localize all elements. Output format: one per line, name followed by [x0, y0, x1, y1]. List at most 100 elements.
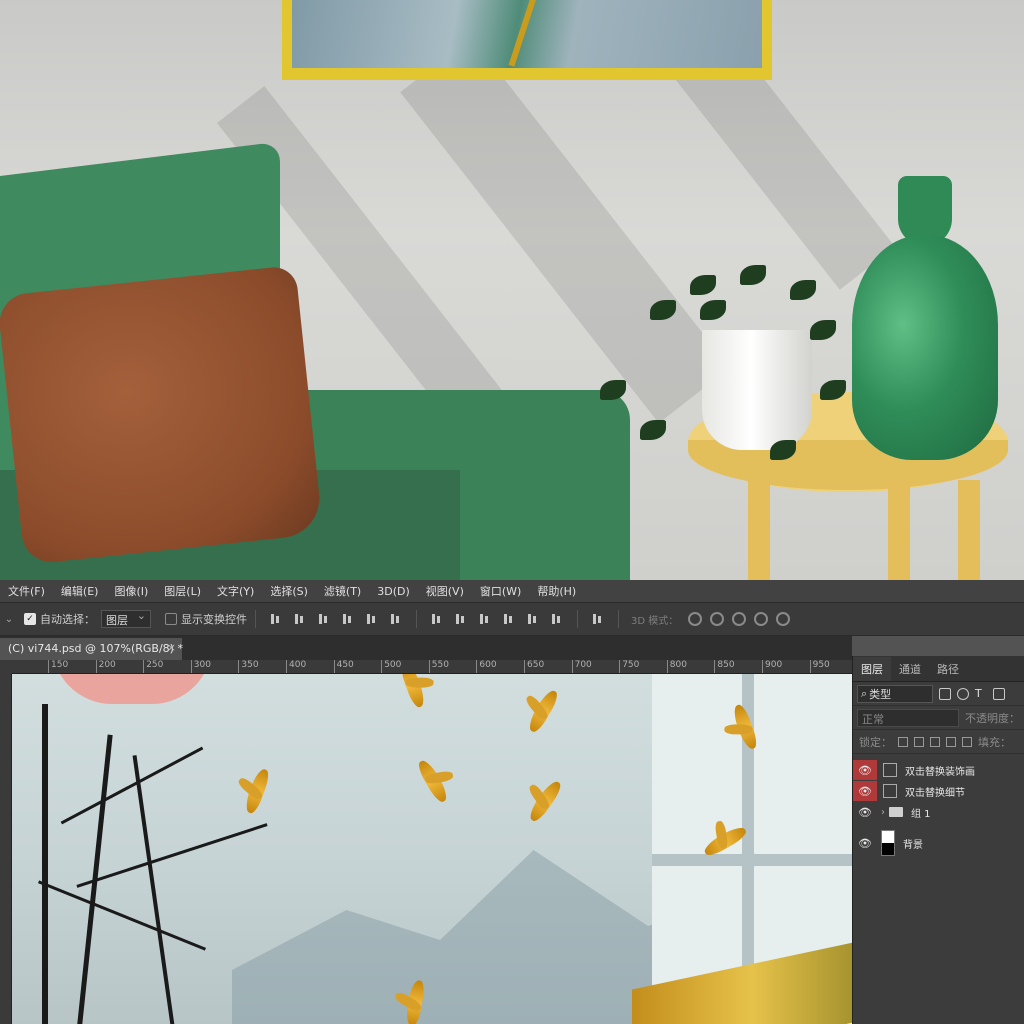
distribute-bottom-icon[interactable] — [478, 612, 492, 626]
tab-channels[interactable]: 通道 — [891, 657, 929, 681]
tab-paths[interactable]: 路径 — [929, 657, 967, 681]
layers-panel: 图层 通道 路径 ⌕ 类型 T 正常 不透明度： 锁定： 填充： 👁 双击替换装… — [852, 656, 1024, 1024]
tool-preset-chevron-icon[interactable]: ⌄ — [0, 614, 18, 625]
lock-position-icon[interactable] — [930, 736, 940, 747]
ruler-tick-mark — [428, 660, 430, 673]
ruler-tick-mark — [143, 660, 145, 673]
ruler-tick-label: 500 — [384, 660, 402, 670]
menu-image[interactable]: 图像(I) — [106, 583, 156, 599]
align-left-icon[interactable] — [341, 612, 355, 626]
layer-row[interactable]: 👁 双击替换装饰画 — [853, 760, 1024, 780]
menu-3d[interactable]: 3D(D) — [369, 585, 418, 598]
orbit-3d-icon[interactable] — [688, 612, 703, 626]
layer-group-row[interactable]: 👁 › 组 1 — [853, 802, 1024, 822]
close-icon[interactable]: × — [167, 641, 176, 654]
visibility-eye-icon[interactable]: 👁 — [853, 802, 877, 822]
menu-edit[interactable]: 编辑(E) — [53, 583, 107, 599]
canvas-tree-branch — [76, 823, 268, 888]
ruler-corner — [0, 660, 12, 674]
distribute-left-icon[interactable] — [502, 612, 516, 626]
table-leg — [888, 480, 910, 580]
lock-pixels-icon[interactable] — [914, 736, 924, 747]
ruler-tick-label: 650 — [527, 660, 545, 670]
layer-row[interactable]: 👁 双击替换细节 — [853, 781, 1024, 801]
auto-select-label: 自动选择： — [40, 613, 95, 626]
photoshop-window: 文件(F) 编辑(E) 图像(I) 图层(L) 文字(Y) 选择(S) 滤镜(T… — [0, 580, 1024, 1024]
visibility-eye-icon[interactable]: 👁 — [853, 828, 877, 858]
layer-row[interactable]: 👁 背景 — [853, 828, 1024, 858]
opacity-label: 不透明度： — [965, 711, 1020, 725]
ruler-tick-mark — [476, 660, 478, 673]
auto-align-icon[interactable] — [591, 612, 605, 626]
ruler-tick-label: 850 — [717, 660, 735, 670]
canvas-gold-bird — [242, 766, 272, 816]
ruler-tick-label: 250 — [146, 660, 164, 670]
align-right-icon[interactable] — [389, 612, 403, 626]
vertical-ruler[interactable] — [0, 674, 12, 1024]
mode-3d-label: 3D 模式： — [631, 615, 679, 627]
menu-file[interactable]: 文件(F) — [0, 583, 53, 599]
canvas-gold-bird — [526, 778, 564, 824]
ruler-tick-mark — [238, 660, 240, 673]
plant-leaf — [790, 280, 816, 300]
layer-name: 双击替换装饰画 — [905, 766, 975, 778]
distribute-top-icon[interactable] — [430, 612, 444, 626]
smart-object-icon — [883, 784, 897, 798]
distribute-hcenter-icon[interactable] — [526, 612, 540, 626]
visibility-eye-icon[interactable]: 👁 — [853, 760, 877, 780]
distribute-right-icon[interactable] — [550, 612, 564, 626]
roll-3d-icon[interactable] — [710, 612, 725, 626]
slide-3d-icon[interactable] — [754, 612, 769, 626]
ruler-tick-label: 800 — [669, 660, 687, 670]
canvas-tree-branch — [37, 880, 207, 951]
filter-type-icon[interactable]: T — [975, 687, 987, 700]
filter-pixel-icon[interactable] — [939, 687, 951, 700]
canvas-tree-trunk — [132, 755, 176, 1024]
picture-frame — [282, 0, 772, 80]
fill-label: 填充： — [978, 735, 1011, 749]
filter-shape-icon[interactable] — [993, 687, 1005, 700]
document-canvas[interactable] — [12, 674, 852, 1024]
auto-select-target-dropdown[interactable]: 图层 — [101, 609, 151, 628]
ruler-tick-mark — [381, 660, 383, 673]
align-vcenter-icon[interactable] — [293, 612, 307, 626]
distribute-vcenter-icon[interactable] — [454, 612, 468, 626]
table-leg — [748, 480, 770, 580]
menu-bar: 文件(F) 编辑(E) 图像(I) 图层(L) 文字(Y) 选择(S) 滤镜(T… — [0, 580, 1024, 602]
layer-filter-row: ⌕ 类型 T — [853, 682, 1024, 706]
layer-thumbnail — [881, 830, 895, 856]
menu-view[interactable]: 视图(V) — [418, 583, 472, 599]
menu-type[interactable]: 文字(Y) — [209, 583, 262, 599]
menu-select[interactable]: 选择(S) — [262, 583, 316, 599]
layer-filter-dropdown[interactable]: ⌕ 类型 — [857, 684, 933, 703]
lock-all-icon[interactable] — [962, 736, 972, 747]
menu-layer[interactable]: 图层(L) — [156, 583, 209, 599]
plant-leaf — [740, 265, 766, 285]
auto-select-checkbox[interactable]: ✓ — [24, 613, 36, 625]
menu-help[interactable]: 帮助(H) — [529, 583, 584, 599]
blend-mode-dropdown[interactable]: 正常 — [857, 708, 959, 727]
ruler-tick-label: 550 — [431, 660, 449, 670]
ruler-tick-label: 200 — [98, 660, 116, 670]
plant-leaf — [600, 380, 626, 400]
align-hcenter-icon[interactable] — [365, 612, 379, 626]
pan-3d-icon[interactable] — [732, 612, 747, 626]
ruler-tick-mark — [809, 660, 811, 673]
visibility-eye-icon[interactable]: 👁 — [853, 781, 877, 801]
frame-gold-line — [508, 0, 542, 67]
lock-artboard-icon[interactable] — [946, 736, 956, 747]
tab-layers[interactable]: 图层 — [853, 656, 891, 681]
horizontal-ruler[interactable]: 150 200 250 300 350 400 450 500 550 600 650 700 750 8… — [12, 660, 852, 674]
scale-3d-icon[interactable] — [776, 612, 791, 626]
show-transform-checkbox[interactable] — [165, 613, 177, 625]
filter-adjustment-icon[interactable] — [957, 687, 969, 700]
ruler-tick-label: 900 — [765, 660, 783, 670]
menu-window[interactable]: 窗口(W) — [472, 583, 529, 599]
document-tab[interactable]: (C) vi744.psd @ 107%(RGB/8) * × — [0, 638, 183, 660]
align-top-icon[interactable] — [269, 612, 283, 626]
menu-filter[interactable]: 滤镜(T) — [316, 583, 369, 599]
chevron-right-icon[interactable]: › — [881, 807, 885, 818]
lock-transparent-icon[interactable] — [898, 736, 908, 747]
ruler-tick-mark — [95, 660, 97, 673]
align-bottom-icon[interactable] — [317, 612, 331, 626]
